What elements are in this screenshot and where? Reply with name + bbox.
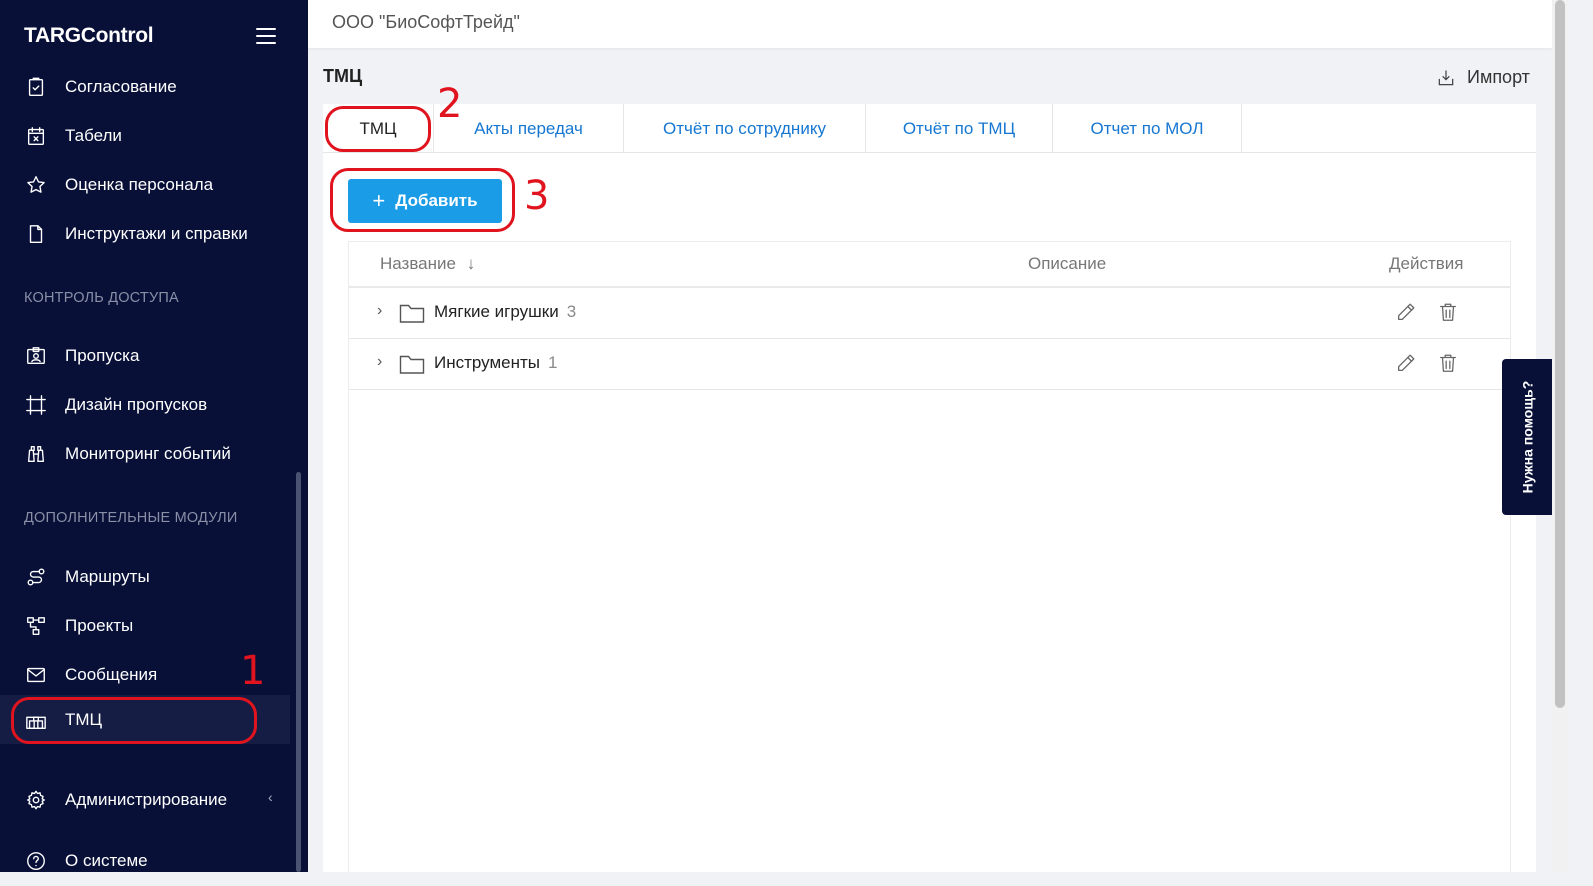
sidebar-item-label: Мониторинг событий bbox=[65, 443, 231, 463]
sidebar-item-label: Сообщения bbox=[65, 664, 158, 684]
sidebar-item-label: Оценка персонала bbox=[65, 174, 214, 194]
sidebar-item-label: ТМЦ bbox=[65, 709, 103, 729]
sidebar-item-passes[interactable]: Пропуска bbox=[0, 331, 290, 380]
add-button-label: Добавить bbox=[395, 191, 478, 210]
sidebar-item-label: Маршруты bbox=[65, 566, 150, 586]
sidebar-item-label: Согласование bbox=[65, 76, 177, 96]
envelope-icon bbox=[24, 663, 48, 687]
question-circle-icon bbox=[24, 849, 48, 873]
sidebar-item-label: Инструктажи и справки bbox=[65, 223, 248, 243]
help-label: Нужна помощь? bbox=[1519, 380, 1535, 494]
sidebar-item-label: Пропуска bbox=[65, 345, 140, 365]
row-count: 3 bbox=[566, 302, 577, 321]
sidebar-item-label: Администрирование bbox=[65, 789, 228, 809]
tab-inventory[interactable]: ТМЦ bbox=[323, 104, 434, 153]
document-icon bbox=[24, 222, 48, 246]
sidebar-scrollbar[interactable] bbox=[296, 472, 301, 872]
badge-icon bbox=[24, 344, 48, 368]
hamburger-menu-icon[interactable] bbox=[256, 28, 276, 44]
import-button[interactable]: Импорт bbox=[1436, 67, 1530, 88]
page-scrollbar[interactable] bbox=[1552, 0, 1568, 872]
chevron-right-icon[interactable]: › bbox=[377, 302, 391, 322]
star-icon bbox=[24, 173, 48, 197]
binoculars-icon bbox=[24, 442, 48, 466]
row-name: Инструменты 1 bbox=[434, 353, 558, 372]
help-tab[interactable]: Нужна помощь? bbox=[1502, 359, 1552, 515]
sidebar-item-event-monitoring[interactable]: Мониторинг событий bbox=[0, 429, 290, 478]
edit-pencil-icon[interactable] bbox=[1395, 301, 1417, 323]
add-button[interactable]: + Добавить bbox=[348, 179, 502, 223]
folder-icon bbox=[399, 353, 425, 375]
calendar-x-icon bbox=[24, 124, 48, 148]
gear-icon bbox=[24, 788, 48, 812]
table-row[interactable]: › Мягкие игрушки 3 bbox=[349, 288, 1510, 339]
tab-employee-report[interactable]: Отчёт по сотруднику bbox=[624, 104, 866, 153]
tab-mol-report[interactable]: Отчет по МОЛ bbox=[1053, 104, 1242, 153]
app-logo[interactable]: TARGControl bbox=[24, 24, 154, 48]
chevron-left-icon[interactable]: ‹ bbox=[268, 789, 273, 805]
sidebar-item-routes[interactable]: Маршруты bbox=[0, 552, 290, 601]
sidebar-item-about[interactable]: О системе bbox=[0, 836, 290, 885]
sidebar-item-label: Дизайн пропусков bbox=[65, 394, 208, 414]
tab-inventory-report[interactable]: Отчёт по ТМЦ bbox=[866, 104, 1053, 153]
tab-bar: ТМЦ Акты передач Отчёт по сотруднику Отч… bbox=[323, 104, 1536, 153]
warehouse-icon bbox=[24, 708, 48, 732]
sidebar-item-pass-design[interactable]: Дизайн пропусков bbox=[0, 380, 290, 429]
sidebar-item-briefings[interactable]: Инструктажи и справки bbox=[0, 209, 290, 258]
import-label: Импорт bbox=[1467, 67, 1530, 87]
sidebar-item-label: Проекты bbox=[65, 615, 134, 635]
column-header-description: Описание bbox=[1028, 254, 1107, 273]
organization-name[interactable]: ООО "БиоСофтТрейд" bbox=[332, 12, 520, 33]
sidebar-item-staff-rating[interactable]: Оценка персонала bbox=[0, 160, 290, 209]
section-title-modules: ДОПОЛНИТЕЛЬНЫЕ МОДУЛИ bbox=[24, 510, 238, 526]
sidebar-item-label: О системе bbox=[65, 850, 148, 870]
import-icon bbox=[1438, 70, 1454, 85]
tab-transfer-acts[interactable]: Акты передач bbox=[434, 104, 624, 153]
sidebar-item-messages[interactable]: Сообщения bbox=[0, 650, 290, 699]
table-row[interactable]: › Инструменты 1 bbox=[349, 339, 1510, 390]
frame-design-icon bbox=[24, 393, 48, 417]
clipboard-check-icon bbox=[24, 75, 48, 99]
sidebar: TARGControl Согласование Табели Оценка п… bbox=[0, 0, 308, 872]
section-title-access: КОНТРОЛЬ ДОСТУПА bbox=[24, 290, 179, 306]
sidebar-item-timesheets[interactable]: Табели bbox=[0, 111, 290, 160]
route-icon bbox=[24, 565, 48, 589]
edit-pencil-icon[interactable] bbox=[1395, 352, 1417, 374]
sidebar-item-inventory[interactable]: ТМЦ bbox=[0, 695, 290, 744]
table-header: Название ↓ Описание Действия bbox=[349, 242, 1510, 288]
row-count: 1 bbox=[548, 353, 558, 372]
scrollbar-thumb[interactable] bbox=[1555, 0, 1565, 708]
column-header-actions: Действия bbox=[1389, 254, 1464, 273]
row-name: Мягкие игрушки 3 bbox=[434, 302, 577, 321]
page-title: ТМЦ bbox=[323, 66, 363, 86]
sidebar-item-approval[interactable]: Согласование bbox=[0, 62, 290, 111]
plus-icon: + bbox=[372, 188, 386, 213]
inventory-table: Название ↓ Описание Действия › Мягкие иг… bbox=[348, 241, 1511, 872]
sidebar-item-projects[interactable]: Проекты bbox=[0, 601, 290, 650]
sort-down-icon[interactable]: ↓ bbox=[467, 254, 476, 273]
column-header-name[interactable]: Название ↓ bbox=[380, 254, 475, 274]
sidebar-item-administration[interactable]: Администрирование bbox=[0, 775, 290, 824]
content-card: ТМЦ Акты передач Отчёт по сотруднику Отч… bbox=[323, 104, 1536, 872]
project-tree-icon bbox=[24, 614, 48, 638]
top-bar: ООО "БиоСофтТрейд" bbox=[308, 0, 1552, 48]
chevron-right-icon[interactable]: › bbox=[377, 353, 391, 373]
folder-icon bbox=[399, 302, 425, 324]
sidebar-item-label: Табели bbox=[65, 125, 122, 145]
delete-trash-icon[interactable] bbox=[1437, 352, 1459, 374]
delete-trash-icon[interactable] bbox=[1437, 301, 1459, 323]
